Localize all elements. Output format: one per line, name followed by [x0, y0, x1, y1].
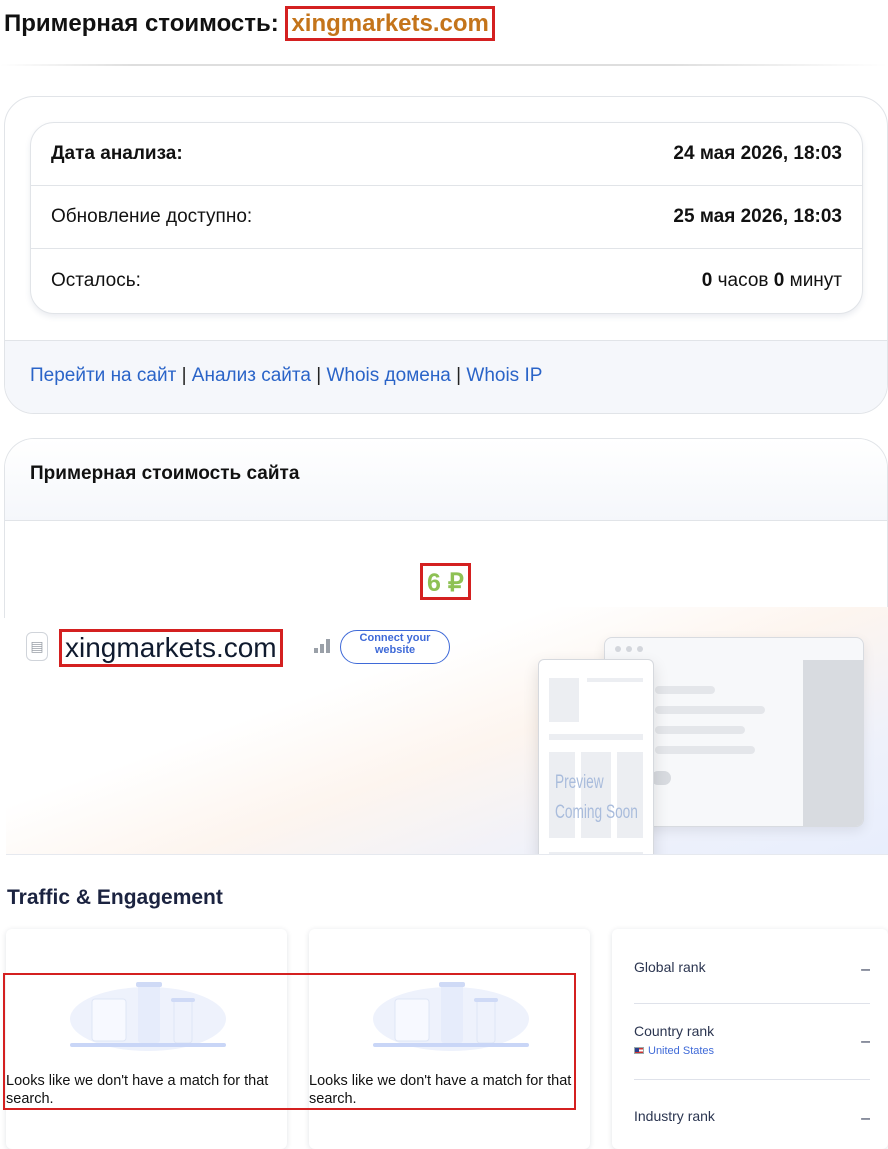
remaining-hours: 0 — [701, 269, 713, 291]
preview-coming-soon: Preview Coming Soon — [555, 772, 638, 823]
window-dots-icon — [615, 646, 643, 652]
global-rank-row: Global rank – — [634, 959, 870, 979]
engagement-card-2: Looks like we don't have a match for tha… — [309, 929, 590, 1149]
industry-rank-row: Industry rank – — [634, 1108, 870, 1128]
valuation-heading: Примерная стоимость сайта — [5, 439, 887, 521]
file-icon: ▤ — [26, 632, 48, 661]
time-remaining-row: Осталось: 0 часов 0 минут — [31, 249, 862, 312]
country-rank-value: – — [861, 1033, 870, 1050]
update-available-label: Обновление доступно: — [51, 206, 253, 227]
remaining-minutes-unit: минут — [789, 269, 842, 291]
us-flag-icon — [634, 1047, 644, 1054]
link-visit-site[interactable]: Перейти на сайт — [30, 365, 176, 386]
global-rank-value: – — [861, 961, 870, 978]
analysis-date-label: Дата анализа: — [51, 143, 183, 164]
rank-divider — [634, 1003, 870, 1004]
empty-state-illustration — [70, 982, 226, 1051]
empty-state-message: Looks like we don't have a match for tha… — [6, 1073, 269, 1107]
analysis-date-row: Дата анализа: 24 мая 2026, 18:03 — [31, 123, 862, 186]
connect-website-button[interactable]: Connect your website — [340, 630, 450, 664]
mockup-sidebar — [803, 660, 863, 826]
signal-bars-icon — [314, 639, 330, 653]
link-separator: | — [181, 365, 187, 386]
country-name: United States — [648, 1045, 715, 1057]
empty-state-message: Looks like we don't have a match for tha… — [309, 1073, 572, 1107]
analysis-table: Дата анализа: 24 мая 2026, 18:03 Обновле… — [30, 122, 863, 314]
mobile-preview-mockup: Preview Coming Soon — [538, 659, 654, 854]
industry-rank-value: – — [861, 1110, 870, 1127]
time-remaining-label: Осталось: — [51, 269, 141, 291]
remaining-minutes: 0 — [773, 269, 785, 291]
link-whois-ip[interactable]: Whois IP — [466, 365, 542, 386]
link-site-analysis[interactable]: Анализ сайта — [192, 365, 311, 386]
empty-state-illustration — [373, 982, 529, 1051]
analysis-card: Дата анализа: 24 мая 2026, 18:03 Обновле… — [4, 96, 888, 414]
analysis-date-value: 24 мая 2026, 18:03 — [673, 143, 842, 164]
title-divider — [0, 64, 888, 66]
country-selector[interactable]: United States — [634, 1045, 714, 1057]
engagement-card-1: Looks like we don't have a match for tha… — [6, 929, 287, 1149]
industry-rank-label: Industry rank — [634, 1108, 715, 1124]
page-title: Примерная стоимость: xingmarkets.com — [4, 6, 495, 41]
embed-domain: xingmarkets.com — [59, 629, 283, 667]
link-separator: | — [316, 365, 322, 386]
rank-card: Global rank – Country rank United States… — [612, 929, 888, 1149]
valuation-price: 6 ₽ — [420, 563, 471, 600]
page-title-domain: xingmarkets.com — [285, 6, 495, 41]
link-whois-domain[interactable]: Whois домена — [326, 365, 450, 386]
remaining-hours-unit: часов — [717, 269, 769, 291]
update-available-row: Обновление доступно: 25 мая 2026, 18:03 — [31, 186, 862, 249]
embed-hero: ▤ xingmarkets.com Connect your website P… — [6, 607, 888, 855]
country-rank-label: Country rank — [634, 1023, 715, 1039]
link-separator: | — [456, 365, 462, 386]
global-rank-label: Global rank — [634, 959, 706, 975]
rank-divider — [634, 1079, 870, 1080]
time-remaining-value: 0 часов 0 минут — [702, 270, 842, 292]
country-rank-row: Country rank United States – — [634, 1023, 870, 1057]
update-available-value: 25 мая 2026, 18:03 — [673, 206, 842, 227]
traffic-engagement-title: Traffic & Engagement — [7, 886, 223, 909]
site-links-bar: Перейти на сайт | Анализ сайта | Whois д… — [5, 340, 887, 413]
page-title-prefix: Примерная стоимость: — [4, 10, 279, 37]
